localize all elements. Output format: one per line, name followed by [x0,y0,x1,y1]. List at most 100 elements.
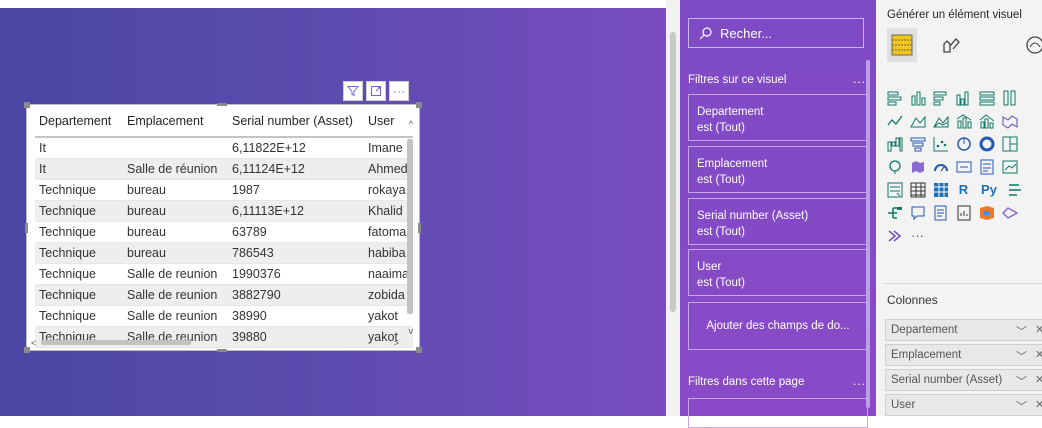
slicer-icon[interactable] [885,180,904,199]
scroll-left-icon[interactable]: < [31,338,36,348]
scroll-up-icon[interactable]: ^ [409,119,413,129]
column-header-serial-number[interactable]: Serial number (Asset) [228,105,364,138]
table-row[interactable]: It Salle de réunion 6,11124E+12 Ahmed [35,158,413,180]
multi-row-card-icon[interactable] [977,157,996,176]
table-row[interactable]: Technique bureau 6,11113E+12 Khalid [35,200,413,222]
scroll-right-icon[interactable]: > [394,338,399,348]
chevron-down-icon[interactable]: ﹀ [1016,398,1027,414]
power-automate-icon[interactable] [1000,203,1019,222]
line-and-clustered-column-chart-icon[interactable] [977,111,996,130]
remove-field-icon[interactable]: ✕ [1035,348,1042,361]
smart-narrative-icon[interactable] [931,203,950,222]
waterfall-chart-icon[interactable] [885,134,904,153]
table-visual[interactable]: Departement Emplacement Serial number (A… [24,102,422,353]
vertical-scrollbar[interactable] [407,139,413,314]
stacked-bar-chart-icon[interactable] [885,88,904,107]
column-field-departement[interactable]: Departement ﹀ ✕ [885,319,1042,341]
table-row[interactable]: Technique Salle de reunion 38990 yakot [35,305,413,327]
line-chart-icon[interactable] [885,111,904,130]
build-visual-icon[interactable] [887,28,917,62]
resize-handle[interactable] [24,347,30,353]
arcgis-icon[interactable] [885,226,904,245]
filled-map-icon[interactable] [908,157,927,176]
stacked-area-chart-icon[interactable] [931,111,950,130]
column-header-emplacement[interactable]: Emplacement [123,105,228,138]
column-field-emplacement[interactable]: Emplacement ﹀ ✕ [885,344,1042,366]
clustered-bar-chart-icon[interactable] [931,88,950,107]
funnel-chart-icon[interactable] [908,134,927,153]
filter-card-emplacement[interactable]: Emplacement est (Tout) [688,146,868,193]
table-visual-icon[interactable] [908,180,927,199]
filters-pane-scrollbar[interactable] [866,60,870,408]
card-icon[interactable] [954,157,973,176]
pie-chart-icon[interactable] [954,134,973,153]
ribbon-chart-icon[interactable] [1000,111,1019,130]
r-script-visual-icon[interactable]: R [954,180,973,199]
clustered-column-chart-icon[interactable] [954,88,973,107]
python-visual-icon[interactable]: Py [977,180,1001,199]
resize-handle[interactable] [217,349,227,352]
filter-card-departement[interactable]: Departement est (Tout) [688,94,868,141]
column-header-user[interactable]: User [364,105,413,138]
table-row[interactable]: Technique bureau 63789 fatoma [35,221,413,243]
resize-handle[interactable] [416,347,422,353]
chevron-down-icon[interactable]: ﹀ [1016,373,1027,389]
decomposition-tree-icon[interactable] [885,203,904,222]
page-filter-card[interactable] [688,398,868,428]
power-apps-icon[interactable] [977,203,996,222]
table-cell: 63789 [228,221,364,243]
gauge-icon[interactable] [931,157,950,176]
donut-chart-icon[interactable] [977,134,996,153]
qa-icon[interactable] [908,203,927,222]
column-field-serial-number[interactable]: Serial number (Asset) ﹀ ✕ [885,369,1042,391]
table-row[interactable]: Technique Salle de reunion 1990376 naaima [35,263,413,285]
key-influencers-icon[interactable] [1005,180,1024,199]
more-options-button[interactable]: ··· [389,81,409,101]
resize-handle[interactable] [416,102,422,108]
add-data-fields-dropzone[interactable]: Ajouter des champs de do... [688,302,868,350]
line-and-stacked-column-chart-icon[interactable] [954,111,973,130]
matrix-icon[interactable] [931,180,950,199]
horizontal-scrollbar[interactable] [41,340,191,345]
column-header-departement[interactable]: Departement [35,105,123,138]
table-cell: 1990376 [228,263,364,285]
paginated-report-icon[interactable] [954,203,973,222]
resize-handle[interactable] [25,223,28,233]
map-icon[interactable] [885,157,904,176]
page-filters-more-button[interactable]: ... [853,374,866,388]
filter-icon[interactable] [343,81,363,101]
table-row[interactable]: Technique bureau 786543 habiba [35,242,413,264]
chevron-down-icon[interactable]: ﹀ [1016,348,1027,364]
resize-handle[interactable] [24,102,30,108]
canvas-scrollbar[interactable] [666,0,680,416]
remove-field-icon[interactable]: ✕ [1035,323,1042,336]
100-stacked-column-chart-icon[interactable] [1000,88,1019,107]
format-visual-icon[interactable] [935,28,965,62]
remove-field-icon[interactable]: ✕ [1035,398,1042,411]
area-chart-icon[interactable] [908,111,927,130]
filter-card-serial-number[interactable]: Serial number (Asset) est (Tout) [688,198,868,245]
canvas-scroll-thumb[interactable] [670,32,676,312]
treemap-icon[interactable] [1000,134,1019,153]
chevron-down-icon[interactable]: ﹀ [1016,323,1027,339]
table-cell: rokaya [364,179,413,201]
more-visuals-button[interactable]: ··· [908,226,927,245]
table-row[interactable]: Technique bureau 1987 rokaya [35,179,413,201]
filter-card-user[interactable]: User est (Tout) [688,249,868,296]
column-field-user[interactable]: User ﹀ ✕ [885,394,1042,416]
visual-header: ··· [343,81,409,101]
filter-search-box[interactable]: Recher... [688,18,864,48]
resize-handle[interactable] [418,223,421,233]
focus-mode-icon[interactable] [366,81,386,101]
analytics-icon[interactable] [1020,28,1042,62]
remove-field-icon[interactable]: ✕ [1035,373,1042,386]
table-row[interactable]: Technique Salle de reunion 3882790 zobida [35,284,413,306]
filter-card-name: Departement [697,106,764,118]
visual-filters-more-button[interactable]: ... [853,72,866,86]
100-stacked-bar-chart-icon[interactable] [977,88,996,107]
stacked-column-chart-icon[interactable] [908,88,927,107]
kpi-icon[interactable] [1000,157,1019,176]
table-row[interactable]: It 6,11822E+12 Imane [35,137,413,159]
scroll-down-icon[interactable]: v [409,326,414,336]
scatter-chart-icon[interactable] [931,134,950,153]
